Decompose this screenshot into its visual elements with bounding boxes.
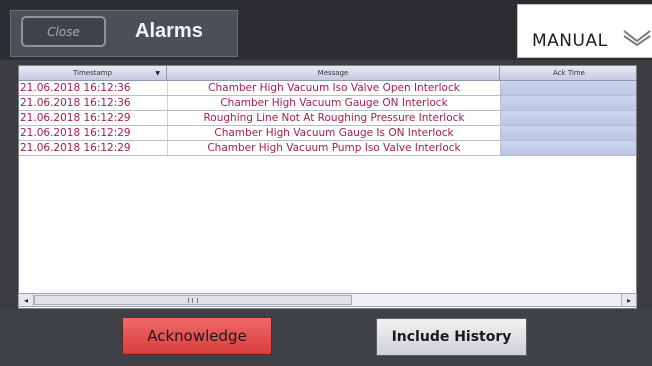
cell-timestamp: 21.06.2018 16:12:29 <box>20 112 131 124</box>
cell-message: Chamber High Vacuum Iso Valve Open Inter… <box>167 81 500 95</box>
horizontal-scrollbar[interactable]: ◂ ▸ <box>18 293 637 307</box>
table-body: 21.06.2018 16:12:36 Chamber High Vacuum … <box>19 81 636 156</box>
alarm-table: Timestamp ▼ Message Ack Time 21.06.2018 … <box>18 65 637 309</box>
cell-message: Chamber High Vacuum Gauge Is ON Interloc… <box>167 126 500 140</box>
table-row[interactable]: 21.06.2018 16:12:36 Chamber High Vacuum … <box>19 81 636 96</box>
column-header-ack-time[interactable]: Ack Time <box>500 66 636 80</box>
column-header-message[interactable]: Message <box>167 66 500 80</box>
cell-ack-time <box>500 111 636 125</box>
cell-ack-time <box>500 96 636 110</box>
chevron-down-icon[interactable] <box>622 28 652 46</box>
table-row[interactable]: 21.06.2018 16:12:29 Chamber High Vacuum … <box>19 126 636 141</box>
cell-ack-time <box>500 126 636 140</box>
acknowledge-button[interactable]: Acknowledge <box>122 317 272 355</box>
cell-timestamp: 21.06.2018 16:12:36 <box>20 97 131 109</box>
cell-timestamp: 21.06.2018 16:12:36 <box>20 82 131 94</box>
scroll-left-icon[interactable]: ◂ <box>19 294 34 306</box>
cell-message: Chamber High Vacuum Pump Iso Valve Inter… <box>167 141 500 155</box>
column-header-label: Ack Time <box>553 69 585 77</box>
page-title: Alarms <box>135 20 203 42</box>
table-row[interactable]: 21.06.2018 16:12:29 Chamber High Vacuum … <box>19 141 636 156</box>
cell-message: Chamber High Vacuum Gauge ON Interlock <box>167 96 500 110</box>
cell-ack-time <box>500 141 636 155</box>
cell-message: Roughing Line Not At Roughing Pressure I… <box>167 111 500 125</box>
cell-timestamp: 21.06.2018 16:12:29 <box>20 142 131 154</box>
mode-label: MANUAL <box>532 31 608 51</box>
table-row[interactable]: 21.06.2018 16:12:29 Roughing Line Not At… <box>19 111 636 126</box>
column-header-label: Timestamp <box>72 69 113 77</box>
close-button[interactable]: Close <box>21 16 106 47</box>
column-header-label: Message <box>317 69 349 77</box>
column-header-timestamp[interactable]: Timestamp ▼ <box>19 66 167 80</box>
scroll-right-icon[interactable]: ▸ <box>621 294 636 306</box>
sort-down-icon[interactable]: ▼ <box>155 70 160 77</box>
table-header: Timestamp ▼ Message Ack Time <box>19 66 636 81</box>
footer-bar <box>0 309 652 366</box>
cell-ack-time <box>500 81 636 95</box>
cell-timestamp: 21.06.2018 16:12:29 <box>20 127 131 139</box>
scrollbar-thumb[interactable] <box>34 295 352 305</box>
grip-icon <box>188 297 198 303</box>
table-row[interactable]: 21.06.2018 16:12:36 Chamber High Vacuum … <box>19 96 636 111</box>
include-history-button[interactable]: Include History <box>376 318 527 356</box>
